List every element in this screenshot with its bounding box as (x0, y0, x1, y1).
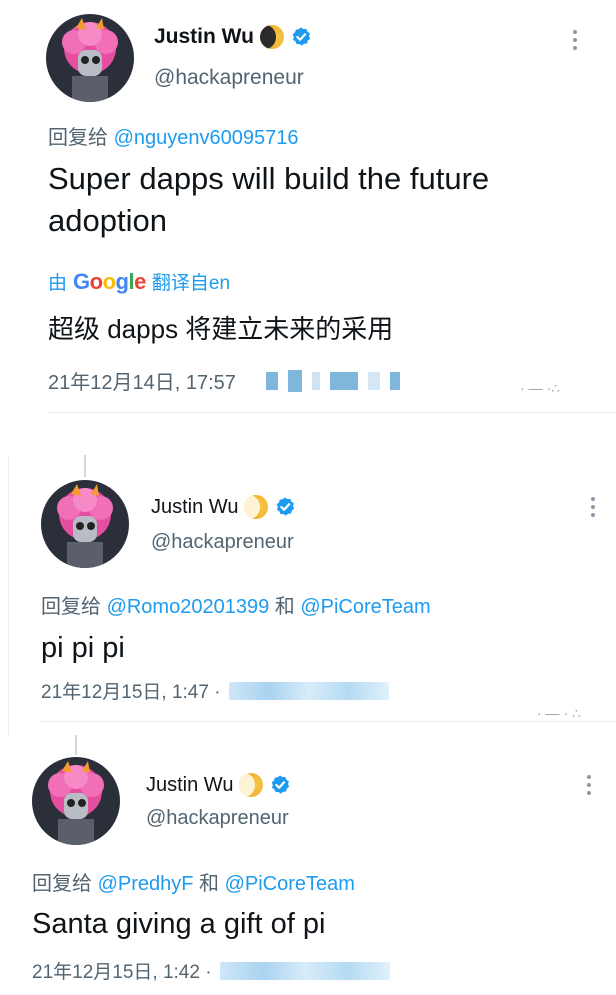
translated-text: 超级 dapps 将建立未来的采用 (48, 314, 394, 344)
tweet-3[interactable]: Justin Wu @hackapreneur 回复给 @PredhyF 和 @… (8, 735, 616, 995)
reply-context: 回复给 @PredhyF 和 @PiCoreTeam (32, 867, 355, 896)
verified-badge-icon (277, 497, 295, 516)
handle[interactable]: @hackapreneur (151, 531, 294, 554)
moon-emoji-icon (259, 25, 284, 49)
thread-line (75, 735, 77, 755)
divider (41, 721, 616, 722)
more-options-icon[interactable] (572, 30, 578, 50)
redacted-source (219, 961, 390, 980)
avatar[interactable] (32, 757, 120, 845)
tweet-text: Super dapps will build the future adopti… (48, 161, 490, 238)
timestamp-row: 21年12月15日, 1:42 · (32, 957, 390, 984)
reply-joiner: 和 (274, 596, 295, 618)
reply-mention[interactable]: @nguyenv60095716 (114, 127, 299, 149)
tweet-1[interactable]: Justin Wu @hackapreneur 回复给 @nguyenv6009… (0, 0, 616, 430)
reply-prefix: 回复给 (48, 127, 108, 149)
name-row: Justin Wu (146, 773, 291, 797)
avatar[interactable] (41, 480, 129, 568)
moon-emoji-icon (244, 495, 269, 519)
reply-mention[interactable]: @Romo20201399 (107, 596, 270, 618)
more-options-icon[interactable] (586, 775, 592, 795)
redacted-source (265, 369, 400, 392)
image-artifact: · — ·∴ (520, 380, 561, 396)
reply-mention[interactable]: @PiCoreTeam (225, 873, 355, 895)
display-name[interactable]: Justin Wu (154, 25, 254, 49)
reply-prefix: 回复给 (41, 596, 101, 618)
tweet-text: Santa giving a gift of pi (32, 908, 326, 940)
moon-emoji-icon (239, 773, 264, 797)
handle[interactable]: @hackapreneur (146, 807, 289, 830)
more-options-icon[interactable] (590, 497, 596, 517)
reply-mention[interactable]: @PiCoreTeam (300, 596, 430, 618)
verified-badge-icon (292, 27, 311, 46)
timestamp[interactable]: 21年12月15日, 1:47 · (41, 677, 221, 704)
timestamp[interactable]: 21年12月14日, 17:57 (48, 366, 236, 395)
translate-suffix: 翻译自en (151, 273, 231, 294)
display-name[interactable]: Justin Wu (151, 496, 238, 519)
tweet-2[interactable]: Justin Wu @hackapreneur 回复给 @Romo2020139… (8, 455, 616, 745)
tweet-text: pi pi pi (41, 632, 125, 664)
reply-mention[interactable]: @PredhyF (98, 873, 194, 895)
translate-prefix: 由 (48, 273, 68, 294)
handle[interactable]: @hackapreneur (154, 66, 304, 90)
thread-line (84, 455, 86, 477)
redacted-source (228, 681, 389, 700)
avatar[interactable] (46, 14, 134, 102)
reply-context: 回复给 @nguyenv60095716 (48, 121, 298, 150)
reply-prefix: 回复给 (32, 873, 92, 895)
timestamp-row: 21年12月15日, 1:47 · (41, 677, 389, 704)
image-artifact: · — · ∴ (537, 705, 581, 721)
google-logo: Google (73, 268, 146, 294)
display-name[interactable]: Justin Wu (146, 774, 233, 797)
translation-attribution[interactable]: 由 Google 翻译自en (48, 268, 230, 295)
divider (48, 412, 616, 413)
name-row: Justin Wu (151, 495, 296, 519)
name-row: Justin Wu (154, 25, 312, 49)
verified-badge-icon (272, 775, 290, 794)
timestamp-row: 21年12月14日, 17:57 (48, 366, 400, 395)
reply-context: 回复给 @Romo20201399 和 @PiCoreTeam (41, 590, 431, 619)
timestamp[interactable]: 21年12月15日, 1:42 · (32, 957, 212, 984)
reply-joiner: 和 (199, 873, 220, 895)
